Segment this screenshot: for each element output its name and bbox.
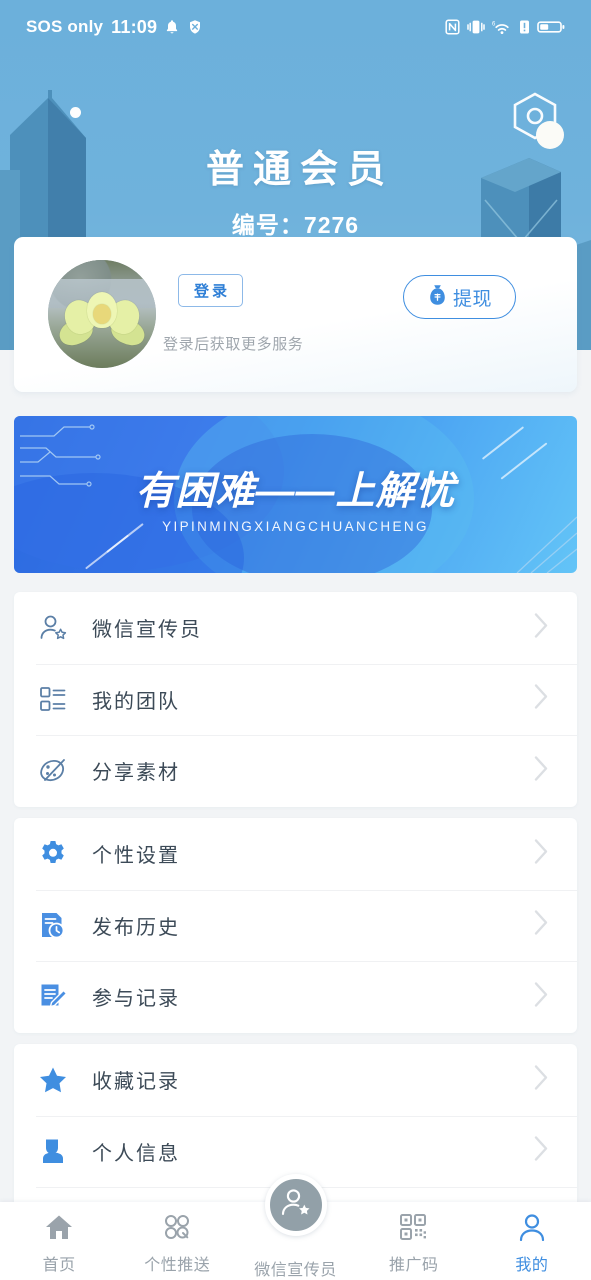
chevron-right-icon	[534, 1136, 549, 1167]
menu-item-label: 我的团队	[92, 690, 180, 713]
chevron-right-icon	[534, 755, 549, 786]
menu-item-share-materials[interactable]: 分享素材	[14, 735, 577, 807]
document-clock-icon	[36, 908, 70, 942]
home-icon	[44, 1213, 74, 1246]
chevron-right-icon	[534, 910, 549, 941]
status-bar: SOS only 11:09 6	[0, 0, 591, 54]
vibrate-icon	[467, 19, 485, 35]
member-number: 编号：7276	[231, 212, 360, 238]
menu-item-label: 发布历史	[92, 916, 180, 939]
menu-item-participation-records[interactable]: 参与记录	[14, 961, 577, 1033]
chevron-right-icon	[534, 981, 549, 1012]
menu-item-publish-history[interactable]: 发布历史	[14, 889, 577, 962]
qr-code-icon	[399, 1213, 429, 1246]
menu-item-label: 分享素材	[92, 762, 180, 785]
wifi-6-icon: 6	[492, 19, 512, 35]
note-edit-icon	[36, 980, 70, 1014]
tab-wechat-promoter[interactable]: 微信宣传员	[236, 1174, 354, 1280]
tab-label: 微信宣传员	[254, 1262, 337, 1279]
tab-home[interactable]: 首页	[0, 1202, 118, 1275]
promo-banner[interactable]: 有困难——上解忧 YIPINMINGXIANGCHUANCHENG	[14, 416, 577, 573]
status-bar-left: SOS only 11:09	[26, 17, 203, 38]
user-star-icon	[36, 611, 70, 645]
menu-item-label: 个人信息	[92, 1142, 180, 1165]
menu-item-personal-settings[interactable]: 个性设置	[14, 818, 577, 890]
tab-label: 我的	[515, 1257, 549, 1274]
menu-item-label: 收藏记录	[92, 1071, 180, 1094]
tab-promo-code[interactable]: 推广码	[355, 1202, 473, 1275]
menu-item-label: 参与记录	[92, 988, 180, 1011]
withdraw-button-label: 提现	[452, 288, 492, 310]
star-icon	[36, 1063, 70, 1097]
chevron-right-icon	[534, 684, 549, 715]
tab-personalized-push[interactable]: 个性推送	[118, 1202, 236, 1275]
tab-label: 推广码	[388, 1257, 439, 1274]
avatar[interactable]	[48, 260, 156, 368]
nfc-icon	[445, 19, 460, 35]
person-icon	[517, 1213, 547, 1246]
login-button-label: 登录	[193, 283, 230, 300]
menu-item-collection-records[interactable]: 收藏记录	[14, 1044, 577, 1116]
banner-subtitle: YIPINMINGXIANGCHUANCHENG	[162, 519, 429, 534]
login-button[interactable]: 登录	[178, 274, 243, 307]
menu-item-label: 个性设置	[92, 845, 180, 868]
user-star-icon	[279, 1186, 313, 1225]
battery-icon	[537, 19, 565, 35]
circles-icon	[162, 1213, 192, 1246]
bell-icon	[164, 19, 180, 36]
money-bag-icon	[427, 284, 448, 311]
chevron-right-icon	[534, 1064, 549, 1095]
login-card: 登录 登录后获取更多服务 提现	[14, 237, 577, 392]
bottom-navigation: 首页 个性推送 微信宣传员 推广码 我的	[0, 1174, 591, 1280]
menu-item-label: 微信宣传员	[92, 619, 202, 642]
shield-off-icon	[187, 19, 203, 36]
center-action-button[interactable]	[264, 1174, 327, 1236]
menu-group-2: 个性设置 发布历史 参与记录	[14, 818, 577, 1033]
lotus-flower-avatar	[55, 290, 149, 356]
share-palette-icon	[36, 754, 70, 788]
person-icon	[36, 1134, 70, 1168]
carrier-label: SOS only	[26, 17, 104, 36]
signal-alert-icon	[519, 19, 530, 35]
tab-label: 个性推送	[144, 1257, 211, 1274]
menu-group-1: 微信宣传员 我的团队 分享素材	[14, 592, 577, 807]
page-title: 普通会员	[205, 149, 394, 191]
withdraw-button[interactable]: 提现	[403, 275, 516, 319]
list-squares-icon	[36, 682, 70, 716]
menu-item-wechat-promoter[interactable]: 微信宣传员	[14, 592, 577, 664]
svg-text:6: 6	[492, 22, 496, 28]
menu-item-my-team[interactable]: 我的团队	[14, 663, 577, 736]
banner-title: 有困难——上解忧	[135, 470, 456, 513]
chevron-right-icon	[534, 612, 549, 643]
gear-icon	[36, 837, 70, 871]
clock-label: 11:09	[111, 16, 158, 37]
status-bar-right: 6	[445, 19, 565, 35]
login-hint: 登录后获取更多服务	[163, 336, 304, 353]
app-screen: SOS only 11:09 6 普通会员 编号：7276 登录 登录后获取更多…	[0, 0, 591, 1280]
tab-mine[interactable]: 我的	[473, 1202, 591, 1275]
tab-label: 首页	[42, 1257, 76, 1274]
chevron-right-icon	[534, 838, 549, 869]
